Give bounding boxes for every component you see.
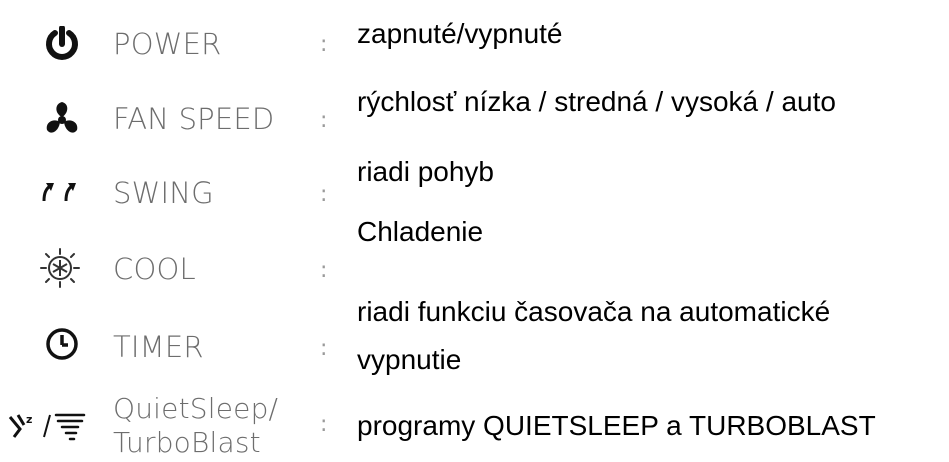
quietsleep-turboblast-colon: : — [320, 412, 328, 437]
cool-label: COOL — [113, 252, 196, 286]
swing-icon — [36, 172, 84, 212]
power-label: POWER — [113, 27, 222, 61]
row-power: POWER : zapnuté/vypnuté — [0, 18, 949, 70]
swing-colon: : — [320, 182, 328, 207]
quietsleep-turboblast-description: programy QUIETSLEEP a TURBOBLAST — [357, 410, 876, 441]
swing-description: riadi pohyb — [357, 156, 494, 187]
timer-description-line-2: vypnutie — [357, 344, 462, 375]
cool-description: Chladenie — [357, 216, 484, 247]
fan-speed-label: FAN SPEED — [113, 102, 275, 136]
timer-colon: : — [320, 336, 328, 361]
power-description: zapnuté/vypnuté — [357, 18, 563, 49]
row-quietsleep-turboblast: z QuietSleep/ TurboBlast : programy QUIE… — [0, 392, 949, 460]
row-swing: SWING : riadi pohyb — [0, 156, 949, 218]
fan-speed-colon: : — [320, 108, 328, 133]
power-icon — [38, 24, 86, 64]
snowflake-sun-icon — [36, 248, 84, 288]
clock-icon — [38, 324, 86, 364]
quietsleep-turboblast-label: QuietSleep/ TurboBlast — [113, 392, 278, 460]
turboblast-label: TurboBlast — [113, 426, 261, 459]
timer-label: TIMER — [113, 330, 204, 364]
row-fan-speed: FAN SPEED : rýchlosť nízka / stredná / v… — [0, 86, 949, 144]
quietsleep-turboblast-icon: z — [6, 406, 90, 446]
row-timer: TIMER : riadi funkciu časovača na automa… — [0, 296, 949, 376]
svg-text:z: z — [26, 413, 32, 426]
fan-icon — [38, 98, 86, 138]
power-colon: : — [320, 32, 328, 57]
cool-colon: : — [320, 258, 328, 283]
swing-label: SWING — [113, 176, 214, 210]
quietsleep-label: QuietSleep/ — [113, 392, 279, 425]
timer-description-line-1: riadi funkciu časovača na automatické — [357, 296, 831, 327]
fan-speed-description: rýchlosť nízka / stredná / vysoká / auto — [357, 86, 836, 117]
timer-description: riadi funkciu časovača na automatické vy… — [357, 288, 830, 384]
